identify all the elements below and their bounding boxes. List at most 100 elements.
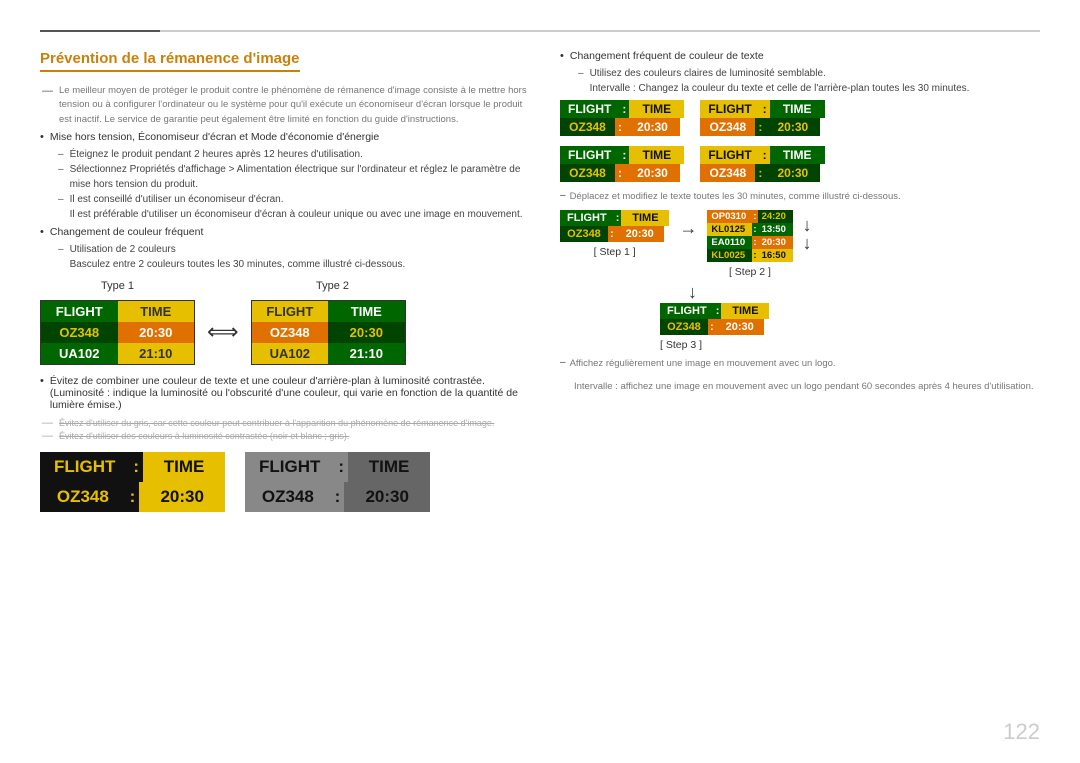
big-board1-header: FLIGHT : TIME	[40, 452, 225, 482]
type2-board: FLIGHT TIME OZ348 20:30 UA102 21:10	[251, 300, 406, 365]
rc-time: TIME	[629, 146, 684, 164]
type1-ua-row: UA102 21:10	[41, 343, 194, 364]
right-sub4-block: Intervalle : affichez une image en mouve…	[574, 376, 1040, 394]
right-dash-1a: –	[578, 66, 584, 81]
big-board2-flight: FLIGHT	[245, 452, 334, 482]
type1-label: Type 1	[101, 280, 134, 292]
type2-2110: 21:10	[328, 343, 405, 364]
step2-op-row: OP0310 : 24:20	[707, 210, 792, 223]
rc-oz348: OZ348	[560, 164, 615, 182]
type1-2110: 21:10	[118, 343, 195, 364]
step3-label: [ Step 3 ]	[660, 339, 702, 351]
ra-flight: FLIGHT	[560, 100, 619, 118]
rd-dot: :	[760, 146, 770, 164]
s2-t1650: 16:50	[758, 249, 793, 262]
bullet-sym-1: •	[40, 131, 44, 143]
type1-label-area: Type 1	[40, 276, 195, 294]
rd-colon: :	[755, 164, 765, 182]
steps-container: FLIGHT : TIME OZ348 : 20:30 [ Step 1 ] →	[560, 210, 1040, 278]
s1-flight: FLIGHT	[560, 210, 614, 226]
big-board2-header: FLIGHT : TIME	[245, 452, 430, 482]
step2-kl-row: KL0125 : 13:50	[707, 223, 792, 236]
big-board1-oz348: OZ348	[40, 482, 126, 512]
step3-oz: OZ348 : 20:30	[660, 319, 769, 335]
big-board1-time: TIME	[143, 452, 225, 482]
page-container: Prévention de la rémanence d'image — Le …	[0, 0, 1080, 763]
rb-time: TIME	[770, 100, 825, 118]
s1-time: TIME	[621, 210, 669, 226]
bullet3-text: Évitez de combiner une couleur de texte …	[50, 375, 530, 411]
section-title: Prévention de la rémanence d'image	[40, 50, 300, 72]
type1-board: FLIGHT TIME OZ348 20:30 UA102 21:10	[40, 300, 195, 365]
step2-col: OP0310 : 24:20 KL0125 : 13:50 EA0110 :	[707, 210, 792, 278]
step-arrow-right: →	[679, 218, 697, 239]
intro-text: Le meilleur moyen de protéger le produit…	[59, 84, 530, 127]
big-board2-dot: :	[334, 452, 348, 482]
big-board2-colon: :	[331, 482, 345, 512]
right-bullet1-text: Changement fréquent de couleur de texte	[570, 50, 764, 62]
big-board2-2030: 20:30	[344, 482, 430, 512]
type1-header-row: FLIGHT TIME	[41, 301, 194, 322]
bullet1: • Mise hors tension, Économiseur d'écran…	[40, 131, 530, 143]
bullet1-text: Mise hors tension, Économiseur d'écran e…	[50, 131, 379, 143]
s3-colon: :	[708, 319, 716, 335]
s2-kl0025: KL0025	[707, 249, 752, 262]
ra-dot: :	[619, 100, 629, 118]
right-board-c: FLIGHT : TIME OZ348 : 20:30	[560, 146, 684, 182]
swap-arrow: ⟺	[207, 319, 239, 345]
s1-oz348: OZ348	[560, 226, 608, 242]
top-line-accent	[40, 30, 160, 32]
right-sub-1b: – Intervalle : Changez la couleur du tex…	[578, 81, 1040, 96]
right-bullet-sym-1: •	[560, 50, 564, 62]
right-board-d-header: FLIGHT : TIME	[700, 146, 824, 164]
bullet-sym-2: •	[40, 226, 44, 238]
step1-oz: OZ348 : 20:30	[560, 226, 669, 242]
rc-dot: :	[619, 146, 629, 164]
rd-flight: FLIGHT	[700, 146, 759, 164]
rb-2030: 20:30	[765, 118, 820, 136]
type2-oz348: OZ348	[252, 322, 329, 343]
dash-1b: –	[58, 162, 64, 192]
type2-label-area: Type 2	[255, 276, 410, 294]
right-board-c-header: FLIGHT : TIME	[560, 146, 684, 164]
type1-time-label: TIME	[118, 301, 195, 322]
rd-2030: 20:30	[765, 164, 820, 182]
step2-ea-row: EA0110 : 20:30	[707, 236, 792, 249]
down-arrow-2: ↓	[803, 234, 812, 252]
rd-oz348: OZ348	[700, 164, 755, 182]
bullet-sym-3: •	[40, 375, 44, 411]
s2-t2420: 24:20	[758, 210, 793, 223]
st-dash-1: —	[42, 417, 53, 429]
right-board-b: FLIGHT : TIME OZ348 : 20:30	[700, 100, 824, 136]
s2-kl0125: KL0125	[707, 223, 752, 236]
step1-header: FLIGHT : TIME	[560, 210, 669, 226]
step1-col: FLIGHT : TIME OZ348 : 20:30 [ Step 1 ]	[560, 210, 669, 258]
st-dash-2: —	[42, 430, 53, 442]
type-labels-row: Type 1 Type 2	[40, 276, 530, 294]
sub-list-2: – Utilisation de 2 couleurs – Basculez e…	[58, 242, 530, 272]
right-board-c-oz: OZ348 : 20:30	[560, 164, 684, 182]
right-board-b-oz: OZ348 : 20:30	[700, 118, 824, 136]
step2-kl25-row: KL0025 : 16:50	[707, 249, 792, 262]
rb-colon: :	[755, 118, 765, 136]
type2-ua-row: UA102 21:10	[252, 343, 405, 364]
dash-1a: –	[58, 147, 64, 162]
s1-2030: 20:30	[616, 226, 664, 242]
s3-oz348: OZ348	[660, 319, 708, 335]
rc-flight: FLIGHT	[560, 146, 619, 164]
right-board-a-oz: OZ348 : 20:30	[560, 118, 684, 136]
right-sub-1a: – Utilisez des couleurs claires de lumin…	[578, 66, 1040, 81]
strikethrough-text1: Évitez d'utiliser du gris, car cette cou…	[59, 417, 494, 431]
right-dash-sub2: – Déplacez et modifiez le texte toutes l…	[560, 190, 1040, 204]
type2-ua102: UA102	[252, 343, 329, 364]
s2-op0310: OP0310	[707, 210, 752, 223]
rb-oz348: OZ348	[700, 118, 755, 136]
right-board-b-header: FLIGHT : TIME	[700, 100, 824, 118]
big-board2-oz348: OZ348	[245, 482, 331, 512]
strikethrough-block2: — Évitez d'utiliser des couleurs à lumin…	[40, 430, 530, 444]
s3-dot: :	[714, 303, 722, 319]
type2-2030: 20:30	[328, 322, 405, 343]
right-sub4-text: Intervalle : affichez une image en mouve…	[574, 381, 1034, 392]
big-board2-time: TIME	[348, 452, 430, 482]
step1-board: FLIGHT : TIME OZ348 : 20:30	[560, 210, 669, 242]
